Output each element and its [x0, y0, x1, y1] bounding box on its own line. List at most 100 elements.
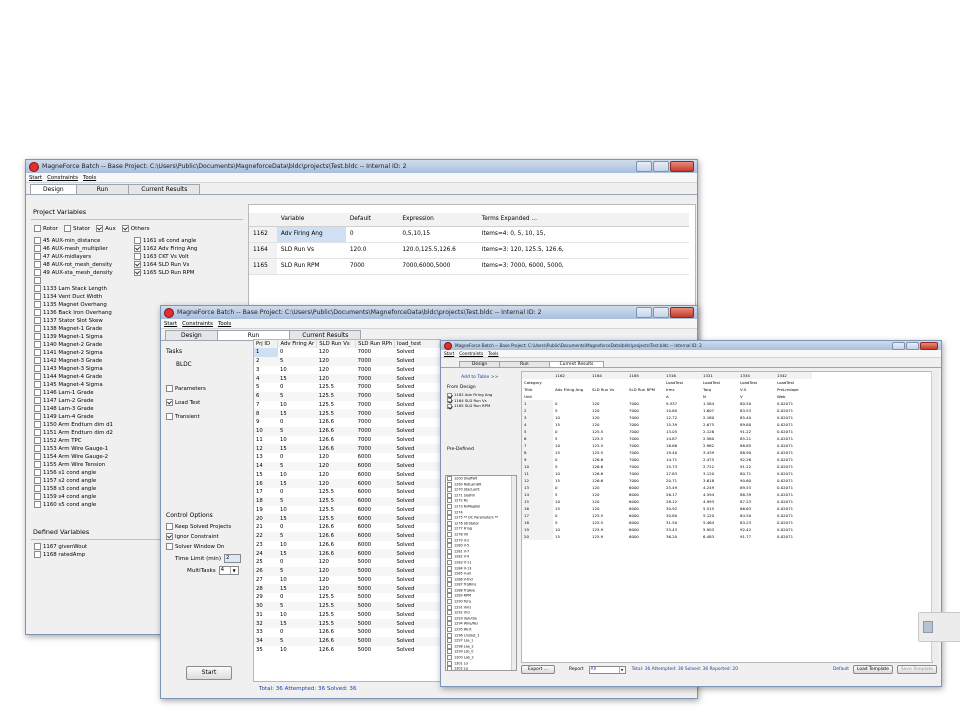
- table-row[interactable]: 18 5 125.5 6000 31.50 5.464 83.23 0.02071: [522, 519, 812, 526]
- checkbox[interactable]: [96, 225, 104, 232]
- filter-rotor[interactable]: Rotor: [34, 225, 58, 232]
- checkbox[interactable]: [166, 543, 173, 550]
- table-row[interactable]: 33 0 126.6 5000 Solved: [254, 628, 440, 637]
- export-button[interactable]: Export ...: [521, 665, 555, 674]
- checkbox[interactable]: [34, 429, 41, 436]
- table-row[interactable]: 34 5 126.6 5000 Solved: [254, 636, 440, 646]
- table-row[interactable]: 6 5 125.5 7000 Solved: [254, 391, 440, 401]
- menu-constraints[interactable]: Constraints: [459, 351, 483, 356]
- table-row[interactable]: 14 5 120 6000 Solved: [254, 461, 440, 471]
- checkbox[interactable]: [447, 498, 452, 504]
- column-header[interactable]: Adv Firing Ar: [277, 340, 318, 348]
- checkbox[interactable]: [34, 269, 41, 276]
- table-row[interactable]: 30 5 125.5 5000 Solved: [254, 601, 440, 611]
- checkbox[interactable]: [447, 593, 452, 599]
- tab-design[interactable]: Design: [30, 184, 77, 194]
- checkbox[interactable]: [34, 373, 41, 380]
- control-option[interactable]: Keep Solved Projects: [166, 522, 244, 532]
- table-row[interactable]: 9 0 126.6 7000 Solved: [254, 418, 440, 427]
- variable-item[interactable]: 1133 Lam Stack Length: [34, 285, 243, 293]
- checkbox[interactable]: [166, 385, 173, 392]
- checkbox[interactable]: [34, 245, 41, 252]
- multitasks-select[interactable]: 4 ▼: [218, 566, 239, 575]
- minimize-button[interactable]: [892, 342, 905, 350]
- checkbox[interactable]: [447, 649, 452, 655]
- table-cell[interactable]: 1165: [249, 258, 277, 274]
- menu-start[interactable]: Start: [29, 175, 42, 181]
- checkbox[interactable]: [121, 225, 129, 232]
- filter-others[interactable]: Others: [121, 225, 150, 232]
- task-option[interactable]: Parameters: [166, 382, 244, 396]
- checkbox[interactable]: [447, 403, 452, 409]
- table-cell[interactable]: 120.0: [346, 242, 399, 258]
- close-button[interactable]: [920, 342, 938, 350]
- variable-item[interactable]: 48 AUX-rot_mesh_density: [34, 261, 134, 269]
- task-option[interactable]: Transient: [166, 410, 244, 424]
- table-row[interactable]: 23 10 126.6 6000 Solved: [254, 541, 440, 550]
- table-cell[interactable]: 7000: [346, 258, 399, 274]
- close-button[interactable]: [670, 161, 694, 172]
- table-row[interactable]: 27 10 120 5000 Solved: [254, 576, 440, 585]
- checkbox[interactable]: [447, 398, 452, 403]
- checkbox[interactable]: [34, 309, 41, 316]
- checkbox[interactable]: [34, 277, 41, 284]
- checkbox[interactable]: [447, 520, 452, 526]
- table-row[interactable]: 5 0 125.5 7000 Solved: [254, 383, 440, 392]
- table-row[interactable]: 18 5 125.5 6000 Solved: [254, 496, 440, 506]
- table-row[interactable]: 24 15 126.6 6000 Solved: [254, 549, 440, 558]
- checkbox[interactable]: [447, 615, 452, 621]
- checkbox[interactable]: [447, 543, 452, 549]
- maximize-button[interactable]: [653, 307, 669, 318]
- table-row[interactable]: 16 15 120 6000 30.92 5.515 86.63 0.02071: [522, 505, 812, 512]
- minimize-button[interactable]: [636, 307, 652, 318]
- table-row[interactable]: 9 0 126.6 7000 14.71 2.475 92.26 0.02071: [522, 456, 812, 463]
- checkbox[interactable]: [34, 357, 41, 364]
- table-cell[interactable]: 0,5,10,15: [398, 226, 477, 242]
- table-row[interactable]: 17 0 125.5 6000 30.80 5.120 84.50 0.02071: [522, 512, 812, 519]
- column-header[interactable]: Prj ID: [254, 340, 279, 348]
- checkbox[interactable]: [447, 481, 452, 487]
- checkbox[interactable]: [447, 487, 452, 493]
- checkbox[interactable]: [34, 445, 41, 452]
- checkbox[interactable]: [447, 509, 452, 515]
- checkbox[interactable]: [34, 253, 41, 260]
- tab-current-results[interactable]: Current Results: [548, 361, 605, 367]
- column-header[interactable]: Variable: [277, 213, 346, 226]
- table-row[interactable]: 2 5 120 7000 10.60 1.607 83.53 0.02071: [522, 407, 812, 414]
- tab-run[interactable]: Run: [75, 184, 130, 194]
- table-row[interactable]: 5 0 125.5 7000 13.05 2.126 91.22 0.02071: [522, 428, 812, 435]
- table-row[interactable]: 29 0 125.5 5000 Solved: [254, 593, 440, 602]
- table-row[interactable]: 25 0 120 5000 Solved: [254, 558, 440, 567]
- menu-tools[interactable]: Tools: [83, 175, 96, 181]
- checkbox[interactable]: [34, 349, 41, 356]
- table-cell[interactable]: Adv Firing Ang: [276, 226, 346, 242]
- variable-item[interactable]: 1163 CKT Vs Volt: [134, 253, 234, 261]
- checkbox[interactable]: [34, 301, 41, 308]
- checkbox[interactable]: [34, 501, 41, 508]
- variable-item[interactable]: 1134 Vent Duct Width: [34, 293, 243, 301]
- table-cell[interactable]: SLD Run RPM: [277, 258, 346, 274]
- table-cell[interactable]: 0: [346, 226, 399, 242]
- menu-tools[interactable]: Tools: [488, 351, 498, 356]
- checkbox[interactable]: [447, 554, 452, 560]
- table-row[interactable]: 1165 SLD Run RPM 7000 7000,6000,5000 Items=3…: [249, 258, 689, 274]
- menu-start[interactable]: Start: [444, 351, 454, 356]
- table-row[interactable]: 14 5 120 6000 26.17 4.594 88.39 0.02071: [522, 491, 812, 498]
- checkbox[interactable]: [34, 225, 41, 232]
- checkbox[interactable]: [447, 392, 452, 398]
- checkbox[interactable]: [63, 225, 71, 232]
- table-cell[interactable]: 7000,6000,5000: [398, 258, 477, 274]
- table-row[interactable]: 28 15 120 5000 Solved: [254, 584, 440, 593]
- table-cell[interactable]: SLD Run Vs: [277, 242, 346, 258]
- table-row[interactable]: 13 0 120 6000 25.49 4.249 89.53 0.02071: [522, 484, 812, 491]
- checkbox[interactable]: [447, 531, 452, 537]
- checkbox[interactable]: [447, 643, 452, 649]
- checkbox[interactable]: [447, 571, 452, 577]
- table-row[interactable]: 16 15 120 6000 Solved: [254, 479, 440, 488]
- table-cell[interactable]: 1162: [249, 226, 277, 242]
- variable-item[interactable]: 1165 SLD Run RPM: [134, 269, 234, 277]
- table-row[interactable]: 22 5 126.6 6000 Solved: [254, 531, 440, 541]
- checkbox[interactable]: [34, 285, 41, 292]
- checkbox[interactable]: [34, 317, 41, 324]
- checkbox[interactable]: [166, 399, 173, 406]
